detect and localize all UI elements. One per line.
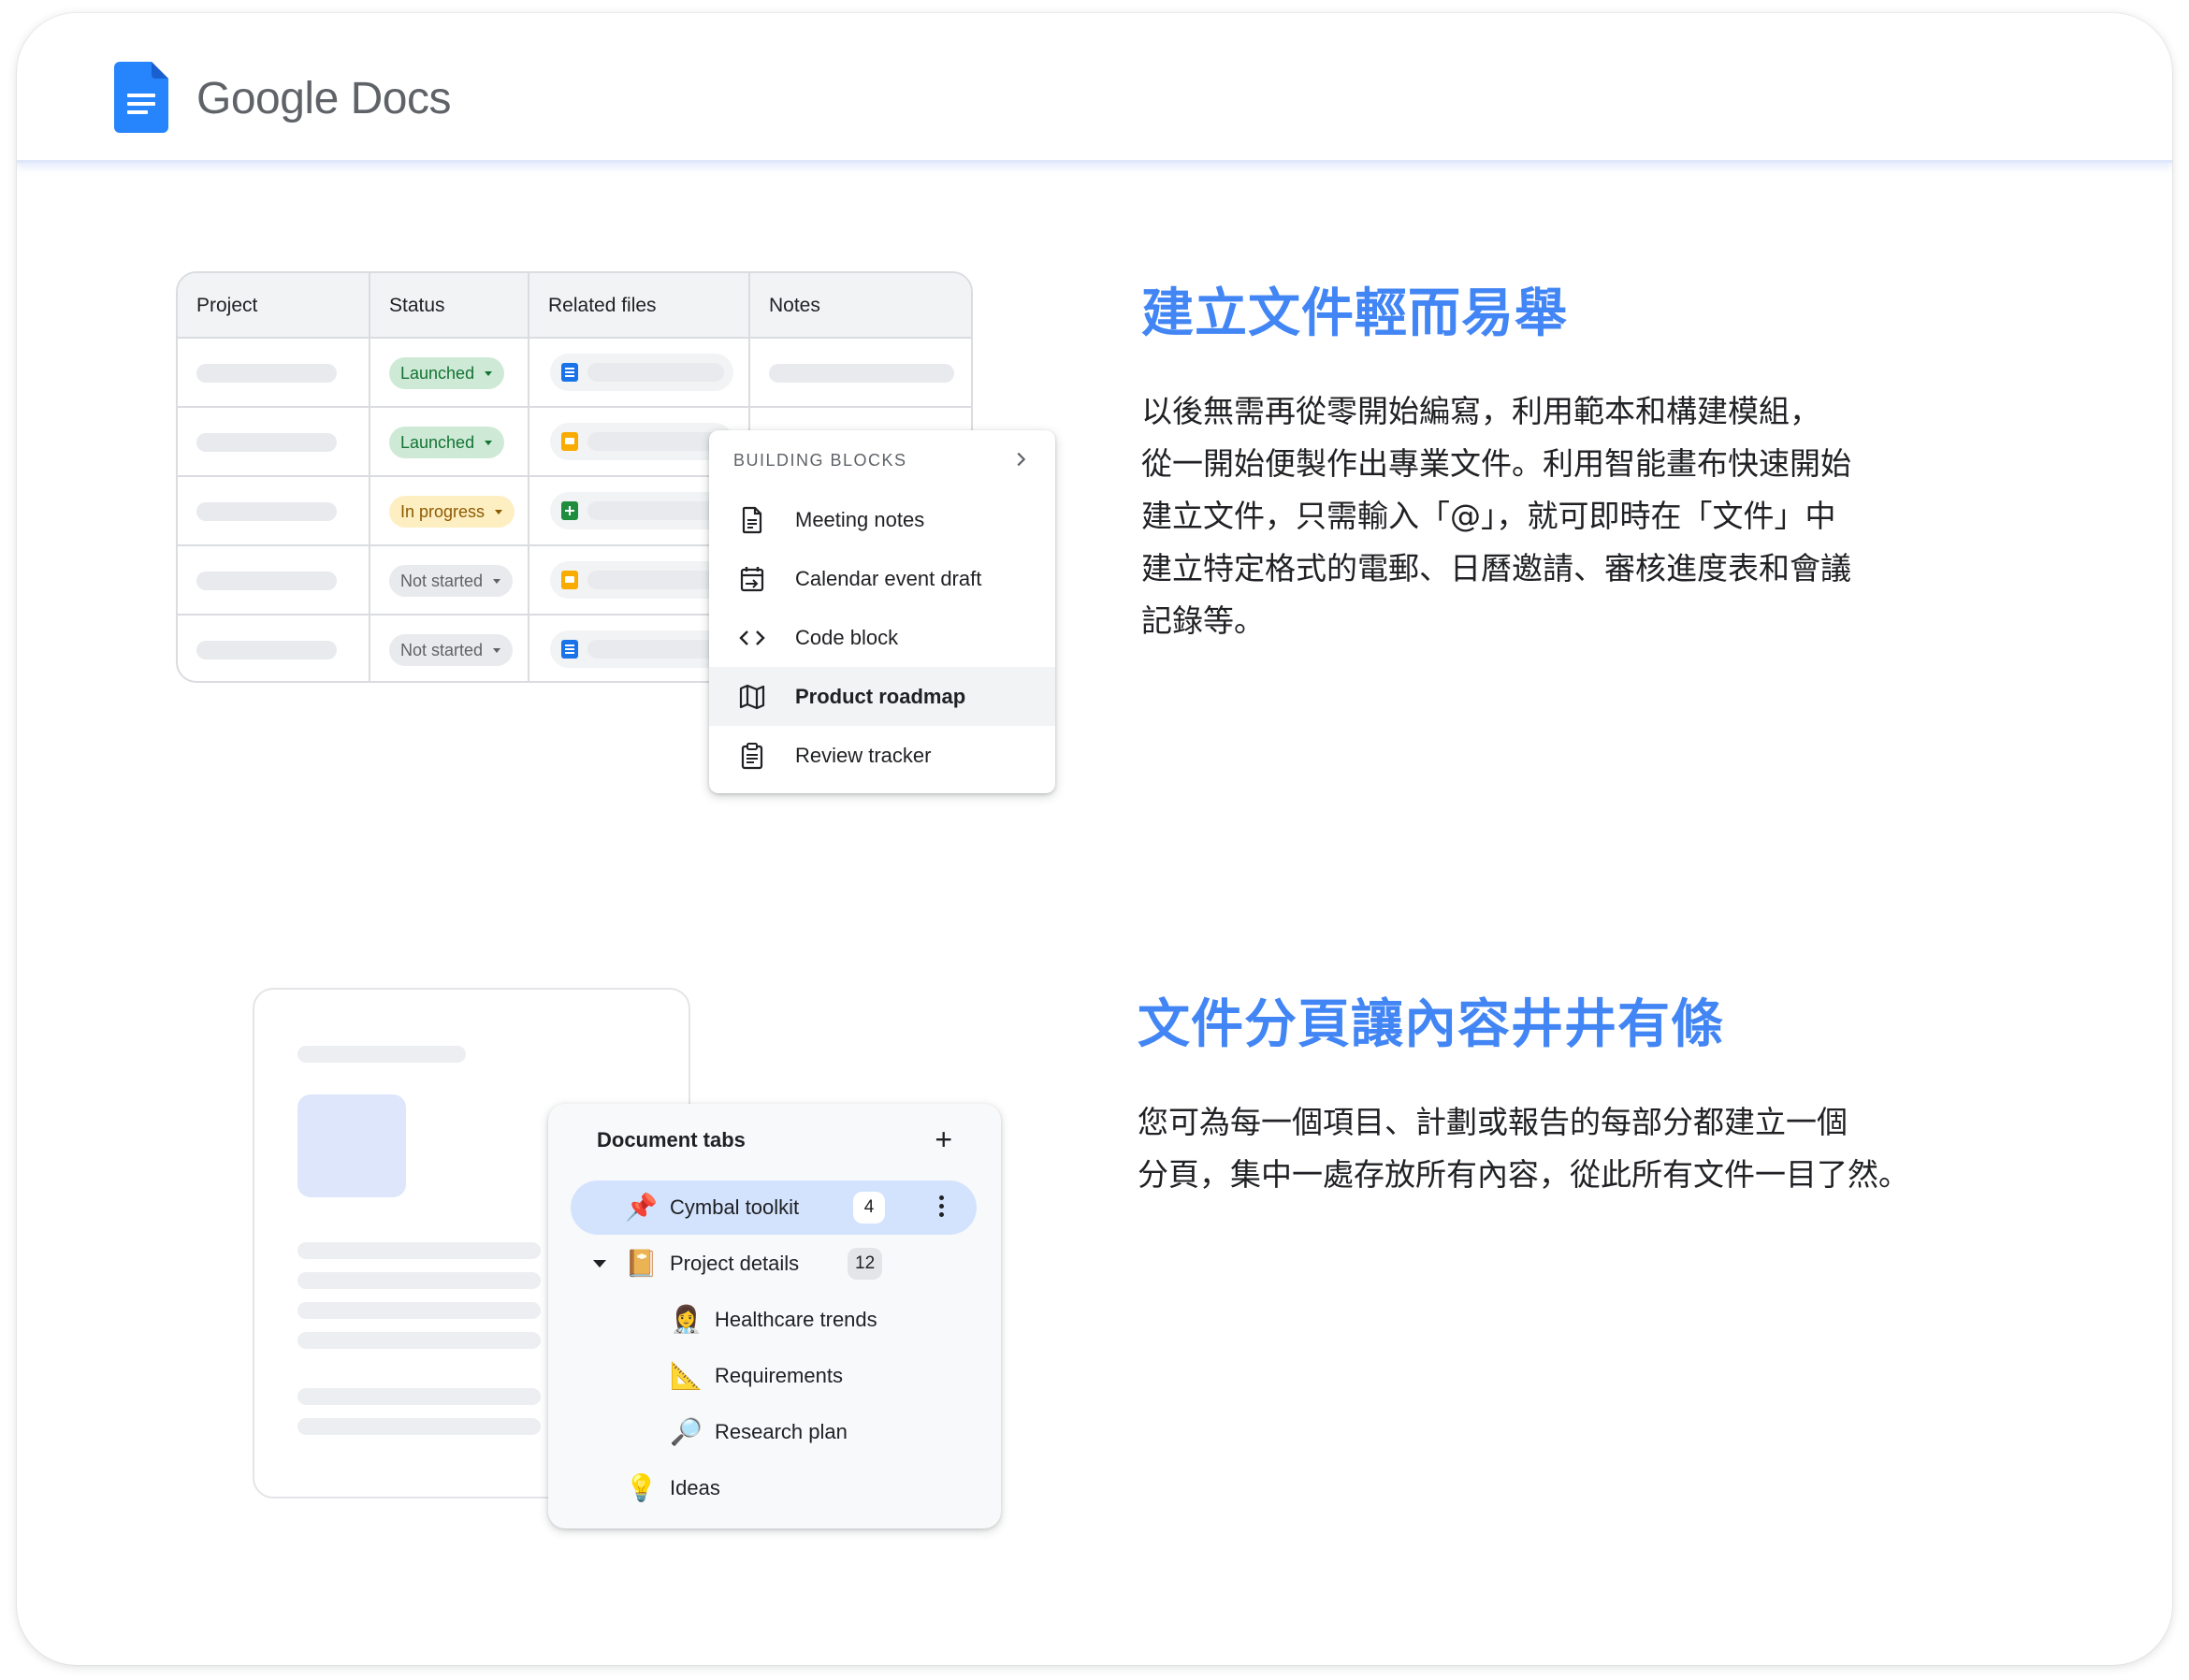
file-link[interactable] bbox=[550, 561, 733, 599]
column-header-project: Project bbox=[196, 295, 258, 316]
text-placeholder bbox=[297, 1418, 541, 1435]
file-name-placeholder bbox=[587, 571, 724, 589]
triangular-ruler-icon: 📐 bbox=[670, 1361, 703, 1390]
pushpin-icon: 📌 bbox=[625, 1193, 658, 1222]
file-name-placeholder bbox=[587, 501, 724, 520]
tab-ideas[interactable]: 💡 Ideas bbox=[548, 1461, 1001, 1515]
file-name-placeholder bbox=[587, 363, 724, 382]
header-bar: Google Docs bbox=[17, 13, 2172, 163]
brand-name: Google Docs bbox=[196, 74, 451, 123]
file-link[interactable] bbox=[550, 492, 733, 529]
menu-item-label: Meeting notes bbox=[795, 508, 925, 531]
page-card: Google Docs Project Status Related files… bbox=[17, 13, 2172, 1665]
sheets-icon bbox=[561, 501, 578, 520]
menu-item-product-roadmap[interactable]: Product roadmap bbox=[709, 667, 1055, 726]
section-description-create-docs: 以後無需再從零開始編寫，利用範本和構建模組， 從一開始便製作出專業文件。利用智能… bbox=[1141, 385, 1851, 647]
image-placeholder bbox=[297, 1094, 406, 1197]
menu-item-review-tracker[interactable]: Review tracker bbox=[709, 726, 1055, 785]
project-placeholder bbox=[196, 572, 337, 590]
description-line: 記錄等。 bbox=[1141, 602, 1265, 639]
section-description-document-tabs: 您可為每一個項目、計劃或報告的每部分都建立一個 分頁，集中一處存放所有內容，從此… bbox=[1138, 1096, 1909, 1201]
status-chip[interactable]: Launched bbox=[389, 427, 505, 458]
project-placeholder bbox=[196, 433, 337, 452]
text-placeholder bbox=[297, 1332, 541, 1349]
menu-item-code-block[interactable]: Code block bbox=[709, 608, 1055, 667]
slides-icon bbox=[561, 571, 578, 589]
project-placeholder bbox=[196, 364, 337, 383]
file-name-placeholder bbox=[587, 640, 724, 659]
document-tabs-panel: Document tabs + 📌 Cymbal toolkit 4 📔 Pro… bbox=[548, 1104, 1001, 1528]
project-placeholder bbox=[196, 641, 337, 659]
text-placeholder bbox=[297, 1388, 541, 1405]
add-tab-button[interactable]: + bbox=[935, 1124, 952, 1154]
text-placeholder bbox=[297, 1242, 541, 1259]
clipboard-icon bbox=[741, 743, 763, 770]
description-line: 建立特定格式的電郵、日曆邀請、審核進度表和會議 bbox=[1141, 550, 1851, 587]
column-header-related-files: Related files bbox=[548, 295, 657, 316]
menu-item-meeting-notes[interactable]: Meeting notes bbox=[709, 490, 1055, 549]
description-line: 從一開始便製作出專業文件。利用智能畫布快速開始 bbox=[1141, 445, 1851, 482]
menu-item-label: Calendar event draft bbox=[795, 567, 982, 590]
tab-label: Healthcare trends bbox=[715, 1308, 877, 1331]
docs-icon bbox=[561, 363, 578, 382]
column-header-notes: Notes bbox=[769, 295, 820, 316]
section-heading-create-docs: 建立文件輕而易舉 bbox=[1141, 283, 1568, 344]
description-line: 建立文件，只需輸入「@」，就可即時在「文件」中 bbox=[1141, 498, 1836, 534]
tab-label: Cymbal toolkit bbox=[670, 1195, 800, 1219]
health-worker-icon: 👩‍⚕️ bbox=[670, 1305, 703, 1334]
slides-icon bbox=[561, 432, 578, 451]
menu-item-label: Product roadmap bbox=[795, 685, 966, 708]
tab-label: Research plan bbox=[715, 1420, 848, 1443]
text-placeholder bbox=[297, 1302, 541, 1319]
description-line: 您可為每一個項目、計劃或報告的每部分都建立一個 bbox=[1138, 1104, 1848, 1140]
light-bulb-icon: 💡 bbox=[625, 1473, 658, 1502]
project-placeholder bbox=[196, 502, 337, 521]
notes-placeholder bbox=[769, 364, 954, 383]
code-icon bbox=[739, 630, 765, 645]
menu-header: BUILDING BLOCKS bbox=[733, 451, 907, 470]
table-header: Project Status Related files Notes bbox=[178, 273, 971, 339]
file-name-placeholder bbox=[587, 432, 724, 451]
table-row: Launched bbox=[178, 339, 971, 408]
notebook-icon: 📔 bbox=[625, 1249, 658, 1278]
text-placeholder bbox=[297, 1272, 541, 1289]
tab-research-plan[interactable]: 🔎 Research plan bbox=[548, 1405, 1001, 1459]
tab-count-badge: 12 bbox=[848, 1248, 883, 1280]
menu-item-label: Code block bbox=[795, 626, 899, 649]
map-icon bbox=[739, 684, 765, 710]
file-link[interactable] bbox=[550, 630, 733, 668]
docs-icon bbox=[561, 640, 578, 659]
chevron-right-icon[interactable] bbox=[1010, 449, 1031, 470]
tab-label: Project details bbox=[670, 1252, 800, 1275]
section-heading-document-tabs: 文件分頁讓內容井井有條 bbox=[1138, 994, 1724, 1055]
status-chip[interactable]: Launched bbox=[389, 357, 505, 389]
tab-requirements[interactable]: 📐 Requirements bbox=[548, 1349, 1001, 1403]
tab-healthcare-trends[interactable]: 👩‍⚕️ Healthcare trends bbox=[548, 1293, 1001, 1347]
description-line: 分頁，集中一處存放所有內容，從此所有文件一目了然。 bbox=[1138, 1156, 1909, 1193]
text-placeholder bbox=[297, 1046, 466, 1063]
calendar-icon bbox=[740, 567, 764, 592]
magnifying-glass-icon: 🔎 bbox=[670, 1417, 703, 1446]
document-icon bbox=[742, 506, 762, 534]
file-link[interactable] bbox=[550, 354, 733, 391]
status-chip[interactable]: In progress bbox=[389, 496, 515, 528]
column-header-status: Status bbox=[389, 295, 445, 316]
status-chip[interactable]: Not started bbox=[389, 634, 514, 666]
status-chip[interactable]: Not started bbox=[389, 565, 514, 597]
file-link[interactable] bbox=[550, 423, 733, 460]
tab-project-details[interactable]: 📔 Project details 12 bbox=[548, 1237, 1001, 1291]
menu-item-label: Review tracker bbox=[795, 744, 932, 767]
building-blocks-menu: BUILDING BLOCKS Meeting notes Calendar e… bbox=[709, 430, 1055, 793]
more-options-icon[interactable] bbox=[939, 1195, 945, 1220]
menu-item-calendar-event-draft[interactable]: Calendar event draft bbox=[709, 549, 1055, 608]
tab-count-badge: 4 bbox=[853, 1192, 885, 1224]
expand-caret-icon[interactable] bbox=[593, 1260, 606, 1267]
description-line: 以後無需再從零開始編寫，利用範本和構建模組， bbox=[1141, 393, 1820, 429]
tab-label: Ideas bbox=[670, 1476, 720, 1499]
tabs-panel-title: Document tabs bbox=[597, 1128, 746, 1151]
tab-cymbal-toolkit[interactable]: 📌 Cymbal toolkit 4 bbox=[571, 1180, 977, 1235]
tab-label: Requirements bbox=[715, 1364, 843, 1387]
google-docs-logo-icon bbox=[114, 62, 168, 133]
